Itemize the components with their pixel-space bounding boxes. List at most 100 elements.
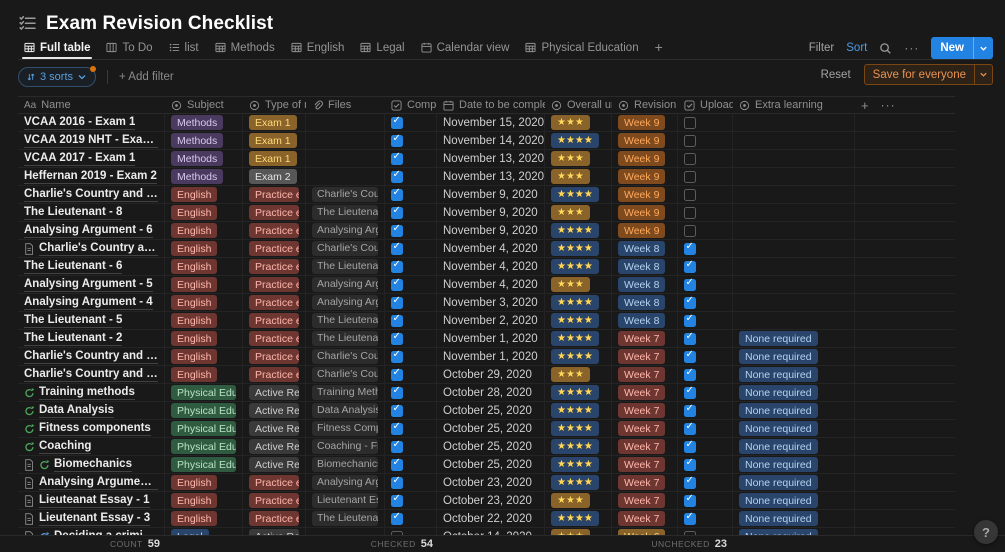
add-column-button[interactable]: + — [861, 98, 869, 113]
subject-tag[interactable]: English — [171, 259, 218, 274]
revision-week-cell[interactable]: Week 9 — [612, 132, 678, 149]
files-cell[interactable] — [306, 114, 385, 131]
week-tag[interactable]: Week 8 — [618, 295, 666, 310]
complete-cell[interactable] — [385, 294, 437, 311]
extra-learning-cell[interactable] — [733, 186, 855, 203]
checkbox[interactable] — [391, 205, 403, 219]
checkbox[interactable] — [684, 277, 696, 291]
overall-cell[interactable]: ★★★★ — [545, 294, 612, 311]
overall-cell[interactable]: ★★★ — [545, 114, 612, 131]
row-title[interactable]: Lieutenant Essay - 3 — [39, 511, 151, 526]
subject-tag[interactable]: Physical Education — [171, 385, 236, 400]
overall-cell[interactable]: ★★★ — [545, 168, 612, 185]
extra-learning-cell[interactable]: None required — [733, 438, 855, 455]
week-tag[interactable]: Week 9 — [618, 151, 666, 166]
file-chip[interactable]: Charlie's Coun... — [312, 367, 378, 382]
type-tag[interactable]: Practice essay — [249, 223, 299, 238]
files-cell[interactable]: Analysing Argu... — [306, 222, 385, 239]
date-cell[interactable]: October 23, 2020 — [437, 474, 545, 491]
star-rating-tag[interactable]: ★★★ — [551, 367, 590, 382]
revision-week-cell[interactable]: Week 9 — [612, 114, 678, 131]
checkbox[interactable] — [391, 385, 403, 399]
checkbox[interactable] — [391, 115, 403, 129]
star-rating-tag[interactable]: ★★★ — [551, 151, 590, 166]
star-rating-tag[interactable]: ★★★★ — [551, 349, 599, 364]
subject-tag[interactable]: Physical Education — [171, 439, 236, 454]
checkbox[interactable] — [391, 223, 403, 237]
page-title[interactable]: Exam Revision Checklist — [46, 13, 273, 35]
row-title[interactable]: Heffernan 2019 - Exam 2 — [24, 169, 157, 184]
revision-week-cell[interactable]: Week 7 — [612, 420, 678, 437]
subject-tag[interactable]: Physical Education — [171, 457, 236, 472]
week-tag[interactable]: Week 7 — [618, 349, 666, 364]
checkbox[interactable] — [684, 331, 696, 345]
complete-cell[interactable] — [385, 222, 437, 239]
file-chip[interactable]: Analysing Argu... — [312, 223, 378, 238]
subject-cell[interactable]: Physical Education — [165, 384, 243, 401]
overall-cell[interactable]: ★★★★ — [545, 402, 612, 419]
checkbox[interactable] — [391, 511, 403, 525]
revision-week-cell[interactable]: Week 7 — [612, 510, 678, 527]
subject-cell[interactable]: English — [165, 204, 243, 221]
upload-cell[interactable] — [678, 312, 733, 329]
extra-learning-cell[interactable] — [733, 168, 855, 185]
files-cell[interactable]: The Lieutenant... — [306, 312, 385, 329]
date-cell[interactable]: November 9, 2020 — [437, 186, 545, 203]
extra-learning-tag[interactable]: None required — [739, 403, 818, 418]
files-cell[interactable]: Charlie's Coun... — [306, 186, 385, 203]
name-cell[interactable]: Charlie's Country and Tracks - 5 — [18, 366, 165, 383]
overall-cell[interactable]: ★★★★ — [545, 186, 612, 203]
tab-to-do[interactable]: To Do — [100, 42, 158, 58]
upload-cell[interactable] — [678, 348, 733, 365]
revision-week-cell[interactable]: Week 9 — [612, 204, 678, 221]
week-tag[interactable]: Week 7 — [618, 439, 666, 454]
file-chip[interactable]: The Lieutenant... — [312, 205, 378, 220]
subject-tag[interactable]: Methods — [171, 151, 224, 166]
overall-cell[interactable]: ★★★★ — [545, 438, 612, 455]
row-title[interactable]: VCAA 2017 - Exam 1 — [24, 151, 136, 166]
complete-cell[interactable] — [385, 492, 437, 509]
row-title[interactable]: Fitness components — [39, 421, 151, 436]
file-chip[interactable]: The Lieutenant... — [312, 511, 378, 526]
date-cell[interactable]: November 15, 2020 — [437, 114, 545, 131]
type-tag[interactable]: Active Recall — [249, 385, 299, 400]
subject-tag[interactable]: Methods — [171, 169, 224, 184]
checkbox[interactable] — [391, 169, 403, 183]
checkbox[interactable] — [391, 241, 403, 255]
subject-tag[interactable]: Methods — [171, 133, 224, 148]
type-cell[interactable]: Active Recall — [243, 384, 306, 401]
extra-learning-cell[interactable] — [733, 222, 855, 239]
subject-tag[interactable]: English — [171, 277, 218, 292]
subject-tag[interactable]: English — [171, 349, 218, 364]
type-tag[interactable]: Exam 1 — [249, 133, 297, 148]
extra-learning-tag[interactable]: None required — [739, 421, 818, 436]
name-cell[interactable]: Analysing Argument - 6 — [18, 222, 165, 239]
subject-cell[interactable]: English — [165, 366, 243, 383]
row-title[interactable]: Analysing Argument - 4 — [24, 295, 153, 310]
extra-learning-tag[interactable]: None required — [739, 511, 818, 526]
files-cell[interactable]: The Lieutenant... — [306, 258, 385, 275]
type-tag[interactable]: Active Recall — [249, 421, 299, 436]
column-header-subject[interactable]: Subject — [165, 97, 243, 113]
checkbox[interactable] — [391, 187, 403, 201]
upload-cell[interactable] — [678, 456, 733, 473]
star-rating-tag[interactable]: ★★★★ — [551, 295, 599, 310]
week-tag[interactable]: Week 8 — [618, 313, 666, 328]
checkbox[interactable] — [684, 259, 696, 273]
upload-cell[interactable] — [678, 384, 733, 401]
extra-learning-cell[interactable] — [733, 312, 855, 329]
file-chip[interactable]: Charlie's Coun... — [312, 187, 378, 202]
checkbox[interactable] — [391, 133, 403, 147]
unchecked-aggregate[interactable]: UNCHECKED 23 — [651, 538, 727, 550]
week-tag[interactable]: Week 7 — [618, 457, 666, 472]
name-cell[interactable]: Analysing Argument - 5 — [18, 276, 165, 293]
filter-button[interactable]: Filter — [809, 42, 835, 54]
subject-tag[interactable]: Methods — [171, 115, 224, 130]
name-cell[interactable]: The Lieutenant - 6 — [18, 258, 165, 275]
subject-tag[interactable]: English — [171, 313, 218, 328]
date-cell[interactable]: November 4, 2020 — [437, 240, 545, 257]
date-cell[interactable]: October 25, 2020 — [437, 456, 545, 473]
file-chip[interactable]: Charlie's Coun... — [312, 349, 378, 364]
date-cell[interactable]: November 13, 2020 — [437, 150, 545, 167]
upload-cell[interactable] — [678, 168, 733, 185]
